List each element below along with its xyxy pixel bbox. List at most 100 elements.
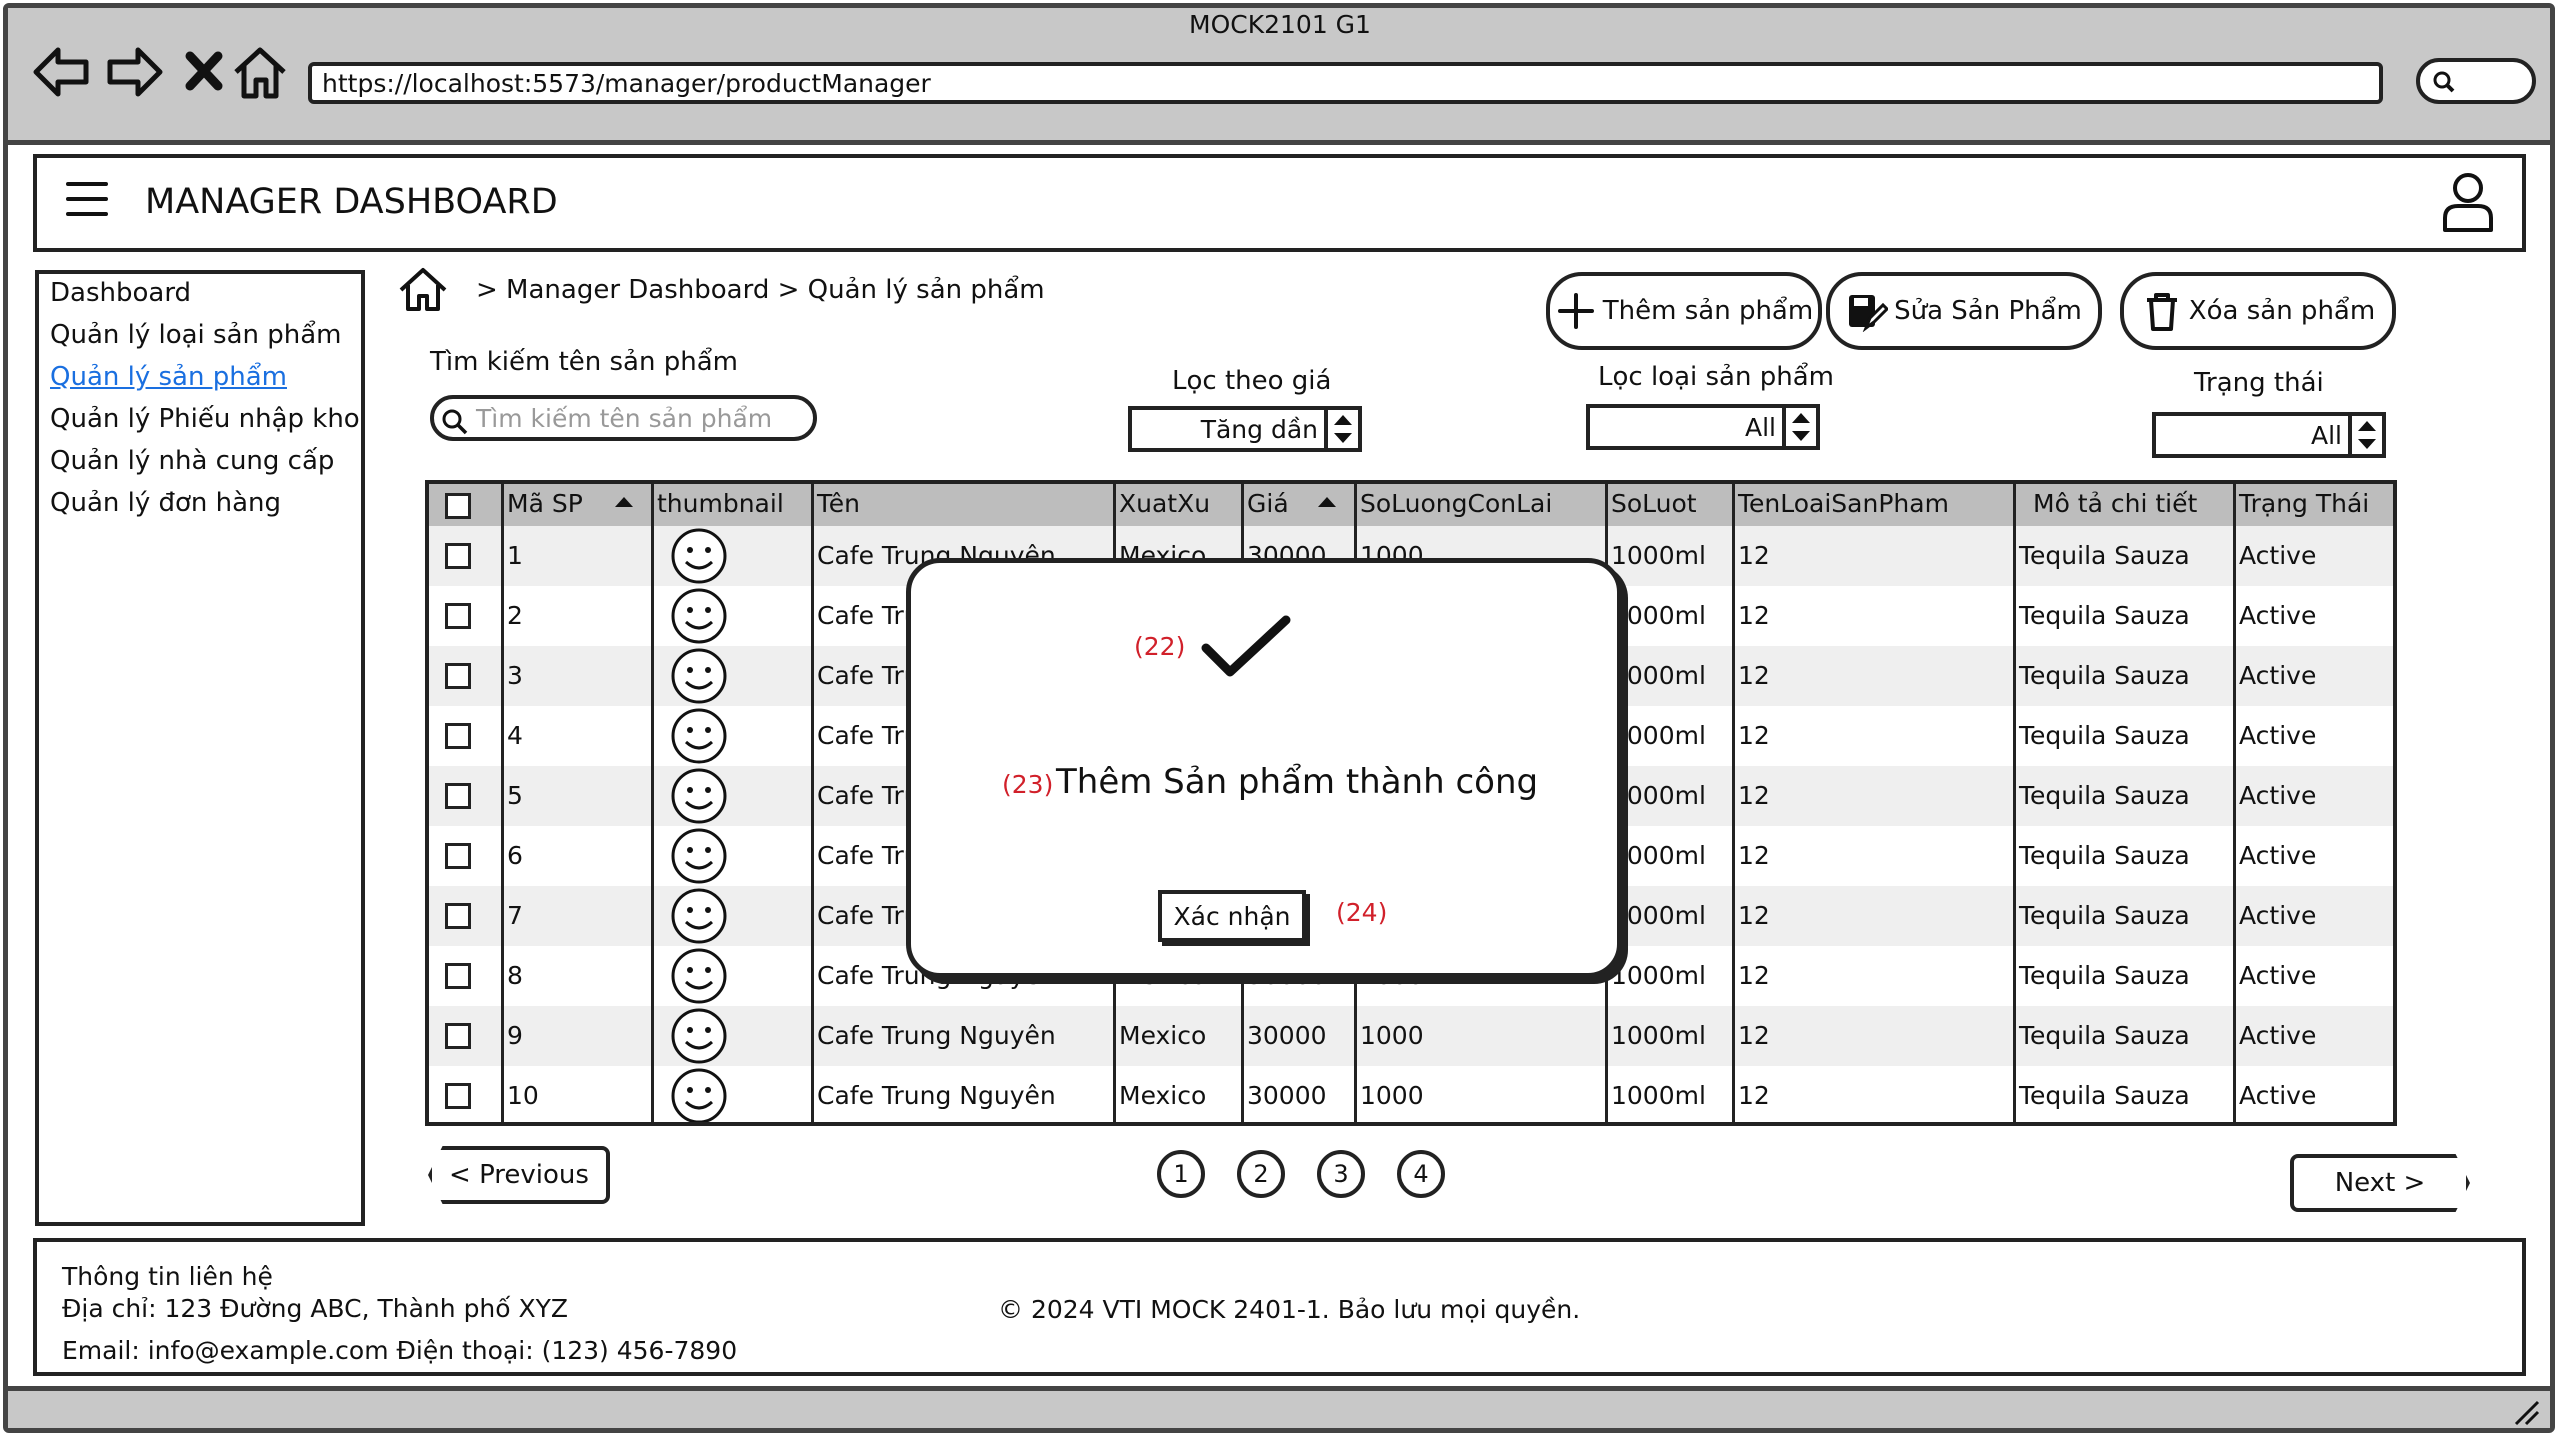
edit-icon	[1849, 295, 1889, 332]
page-1-button[interactable]: 1	[1157, 1150, 1205, 1198]
cell-id: 7	[507, 901, 523, 930]
footer-copyright: © 2024 VTI MOCK 2401-1. Bảo lưu mọi quyề…	[998, 1295, 1581, 1324]
price-filter-select[interactable]: Tăng dần	[1128, 406, 1362, 452]
smiley-icon	[671, 768, 727, 824]
sort-asc-icon-price[interactable]	[1317, 496, 1337, 508]
row-checkbox[interactable]	[445, 603, 471, 629]
cell-stock: 1000	[1360, 1081, 1424, 1110]
menu-icon[interactable]	[64, 176, 110, 222]
cell-description: Tequila Sauza	[2019, 721, 2190, 750]
next-label: Next >	[2334, 1168, 2426, 1198]
status-filter-select[interactable]: All	[2152, 412, 2386, 458]
annotation-24: (24)	[1336, 898, 1388, 927]
user-icon[interactable]	[2440, 170, 2496, 232]
home-icon[interactable]	[228, 40, 292, 104]
column-header-name[interactable]: Tên	[813, 484, 860, 526]
cell-id: 6	[507, 841, 523, 870]
cell-id: 8	[507, 961, 523, 990]
spinner-icon	[1324, 410, 1352, 448]
cell-status: Active	[2239, 721, 2317, 750]
row-checkbox[interactable]	[445, 963, 471, 989]
page-1-label: 1	[1173, 1160, 1189, 1188]
row-checkbox[interactable]	[445, 543, 471, 569]
sidebar-item-suppliers[interactable]: Quản lý nhà cung cấp	[50, 446, 334, 476]
forward-icon[interactable]	[102, 40, 166, 104]
row-checkbox[interactable]	[445, 723, 471, 749]
page-4-label: 4	[1413, 1160, 1429, 1188]
price-filter-value: Tăng dần	[1200, 415, 1318, 444]
row-checkbox[interactable]	[445, 663, 471, 689]
spinner-icon	[1782, 408, 1810, 446]
stop-icon[interactable]	[172, 40, 236, 104]
cell-type: 12	[1738, 961, 1770, 990]
smiley-icon	[671, 648, 727, 704]
cell-description: Tequila Sauza	[2019, 541, 2190, 570]
sidebar-item-products[interactable]: Quản lý sản phẩm	[50, 362, 287, 392]
column-divider	[501, 484, 504, 1122]
sidebar-item-stock-receipts[interactable]: Quản lý Phiếu nhập kho	[50, 404, 360, 434]
next-button[interactable]: Next >	[2290, 1154, 2470, 1212]
cell-price: 30000	[1247, 1021, 1327, 1050]
column-header-volume[interactable]: SoLuot	[1607, 484, 1697, 526]
browser-search-box[interactable]	[2416, 58, 2536, 104]
cell-id: 3	[507, 661, 523, 690]
add-product-label: Thêm sản phẩm	[1602, 296, 1814, 326]
cell-type: 12	[1738, 781, 1770, 810]
column-header-origin[interactable]: XuatXu	[1115, 484, 1210, 526]
cell-description: Tequila Sauza	[2019, 1021, 2190, 1050]
page-3-button[interactable]: 3	[1317, 1150, 1365, 1198]
url-bar[interactable]: https://localhost:5573/manager/productMa…	[308, 62, 2383, 104]
cell-description: Tequila Sauza	[2019, 841, 2190, 870]
column-header-id[interactable]: Mã SP	[503, 484, 583, 526]
cell-status: Active	[2239, 961, 2317, 990]
page-4-button[interactable]: 4	[1397, 1150, 1445, 1198]
breadcrumb-home-icon[interactable]	[398, 266, 448, 312]
page-2-button[interactable]: 2	[1237, 1150, 1285, 1198]
edit-product-button[interactable]: Sửa Sản Phẩm	[1826, 272, 2102, 350]
cell-volume: 1000ml	[1611, 961, 1706, 990]
back-icon[interactable]	[30, 40, 94, 104]
sidebar-item-product-types[interactable]: Quản lý loại sản phẩm	[50, 320, 342, 350]
cell-type: 12	[1738, 601, 1770, 630]
search-icon	[442, 409, 468, 435]
smiley-icon	[671, 888, 727, 944]
column-divider	[2013, 484, 2016, 1122]
column-header-status[interactable]: Trạng Thái	[2235, 484, 2369, 526]
breadcrumb: > Manager Dashboard > Quản lý sản phẩm	[476, 275, 1045, 305]
cell-volume: 1000ml	[1611, 1021, 1706, 1050]
previous-button[interactable]: < Previous	[428, 1146, 610, 1204]
sort-asc-icon-id[interactable]	[614, 496, 634, 508]
type-filter-select[interactable]: All	[1586, 404, 1820, 450]
search-input[interactable]: Tìm kiếm tên sản phẩm	[430, 395, 817, 441]
delete-product-button[interactable]: Xóa sản phẩm	[2120, 272, 2396, 350]
confirm-button[interactable]: Xác nhận	[1158, 890, 1306, 942]
column-header-stock[interactable]: SoLuongConLai	[1356, 484, 1552, 526]
add-product-button[interactable]: Thêm sản phẩm	[1546, 272, 1822, 350]
cell-id: 4	[507, 721, 523, 750]
smiley-icon	[671, 528, 727, 584]
row-checkbox[interactable]	[445, 843, 471, 869]
row-checkbox[interactable]	[445, 1023, 471, 1049]
sidebar-item-orders[interactable]: Quản lý đơn hàng	[50, 488, 281, 518]
cell-id: 1	[507, 541, 523, 570]
status-filter-value: All	[2311, 421, 2342, 450]
row-checkbox[interactable]	[445, 1083, 471, 1109]
cell-description: Tequila Sauza	[2019, 901, 2190, 930]
row-checkbox[interactable]	[445, 903, 471, 929]
cell-type: 12	[1738, 541, 1770, 570]
type-filter-label: Lọc loại sản phẩm	[1598, 362, 1834, 392]
column-header-price[interactable]: Giá	[1243, 484, 1289, 526]
cell-id: 5	[507, 781, 523, 810]
table-row[interactable]: 10 Cafe Trung Nguyên Mexico 30000 1000 1000ml…	[429, 1066, 2393, 1122]
select-all-checkbox[interactable]	[445, 493, 471, 519]
sidebar-item-dashboard[interactable]: Dashboard	[50, 278, 191, 308]
cell-status: Active	[2239, 541, 2317, 570]
table-row[interactable]: 9 Cafe Trung Nguyên Mexico 30000 1000 1000ml 1…	[429, 1006, 2393, 1066]
column-header-type[interactable]: TenLoaiSanPham	[1734, 484, 1949, 526]
column-header-thumbnail[interactable]: thumbnail	[653, 484, 784, 526]
cell-id: 2	[507, 601, 523, 630]
row-checkbox[interactable]	[445, 783, 471, 809]
resize-grip-icon[interactable]	[2510, 1396, 2540, 1426]
column-header-description[interactable]: Mô tả chi tiết	[2015, 484, 2197, 526]
edit-product-label: Sửa Sản Phẩm	[1894, 296, 2082, 326]
